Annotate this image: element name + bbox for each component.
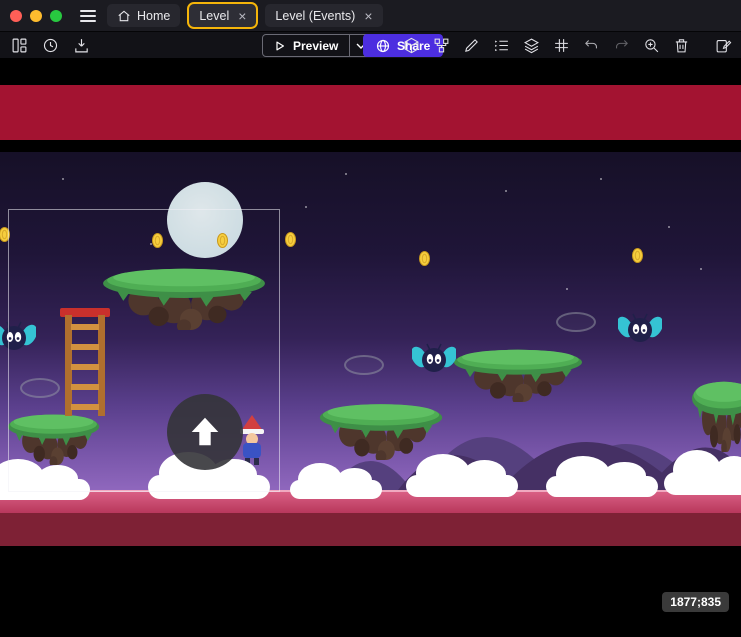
home-icon	[117, 9, 131, 23]
island-object[interactable]	[690, 374, 741, 452]
star	[505, 190, 507, 192]
grid-icon[interactable]	[552, 36, 571, 55]
star	[566, 288, 568, 290]
star	[600, 178, 602, 180]
instances-icon[interactable]	[432, 36, 451, 55]
undo-icon[interactable]	[582, 36, 601, 55]
cloud-object[interactable]	[546, 459, 658, 497]
island-graphic	[690, 374, 741, 452]
project-manager-icon[interactable]	[10, 36, 29, 55]
toolbar-right-group	[402, 32, 733, 58]
trash-icon[interactable]	[672, 36, 691, 55]
menu-icon[interactable]	[78, 5, 98, 27]
cube-icon[interactable]	[402, 36, 421, 55]
objects-list-icon[interactable]	[492, 36, 511, 55]
close-tab-icon[interactable]: ×	[364, 9, 372, 23]
island-graphic	[450, 344, 586, 402]
edit-properties-icon[interactable]	[714, 36, 733, 55]
toolbar: Preview Share	[0, 32, 741, 58]
star	[305, 206, 307, 208]
up-arrow-icon	[186, 413, 224, 451]
cloud-object[interactable]	[406, 457, 518, 497]
coin-graphic	[419, 251, 430, 266]
tab-home[interactable]: Home	[107, 4, 180, 27]
coin-graphic	[632, 248, 643, 263]
star	[62, 178, 64, 180]
star	[668, 226, 670, 228]
preview-label: Preview	[293, 39, 338, 53]
zoom-in-icon[interactable]	[642, 36, 661, 55]
close-window-button[interactable]	[10, 10, 22, 22]
close-tab-icon[interactable]: ×	[238, 9, 246, 23]
tab-level-label: Level	[199, 9, 229, 23]
coin-object[interactable]	[285, 232, 296, 247]
enemy-object[interactable]	[618, 312, 662, 346]
redo-icon[interactable]	[612, 36, 631, 55]
scene-canvas[interactable]: 1877;835	[0, 58, 741, 637]
island-graphic	[316, 398, 446, 460]
preview-button[interactable]: Preview	[262, 34, 372, 57]
enemy-graphic	[618, 312, 662, 346]
banner-red-object[interactable]	[0, 85, 741, 140]
globe-icon	[376, 39, 390, 53]
tab-home-label: Home	[137, 9, 170, 23]
zoom-window-button[interactable]	[50, 10, 62, 22]
history-icon[interactable]	[41, 36, 60, 55]
play-icon	[274, 40, 286, 52]
star	[345, 173, 347, 175]
tab-level-events[interactable]: Level (Events) ×	[265, 4, 382, 27]
coin-object[interactable]	[419, 251, 430, 266]
cursor-coordinates: 1877;835	[662, 592, 729, 612]
enemy-graphic	[412, 342, 456, 376]
pencil-icon[interactable]	[462, 36, 481, 55]
app-window: Home Level × Level (Events) ×	[0, 0, 741, 637]
traffic-lights	[10, 10, 62, 22]
tab-bar: Home Level × Level (Events) ×	[0, 0, 741, 32]
island-object[interactable]	[450, 344, 586, 402]
minimize-window-button[interactable]	[30, 10, 42, 22]
ground-maroon-object[interactable]	[0, 513, 741, 546]
layers-icon[interactable]	[522, 36, 541, 55]
up-arrow-control[interactable]	[167, 394, 243, 470]
tab-level-events-label: Level (Events)	[275, 9, 355, 23]
cloud-object[interactable]	[664, 453, 741, 495]
enemy-object[interactable]	[412, 342, 456, 376]
coin-graphic	[285, 232, 296, 247]
tab-level[interactable]: Level ×	[189, 4, 256, 27]
cloud-object[interactable]	[290, 465, 382, 499]
ghost-ellipse-object[interactable]	[344, 355, 384, 375]
selection-rectangle	[8, 209, 280, 492]
save-icon[interactable]	[72, 36, 91, 55]
coin-object[interactable]	[632, 248, 643, 263]
preview-main[interactable]: Preview	[263, 35, 349, 56]
island-object[interactable]	[316, 398, 446, 460]
toolbar-left-group	[10, 32, 91, 58]
star	[700, 268, 702, 270]
ghost-ellipse-object[interactable]	[556, 312, 596, 332]
